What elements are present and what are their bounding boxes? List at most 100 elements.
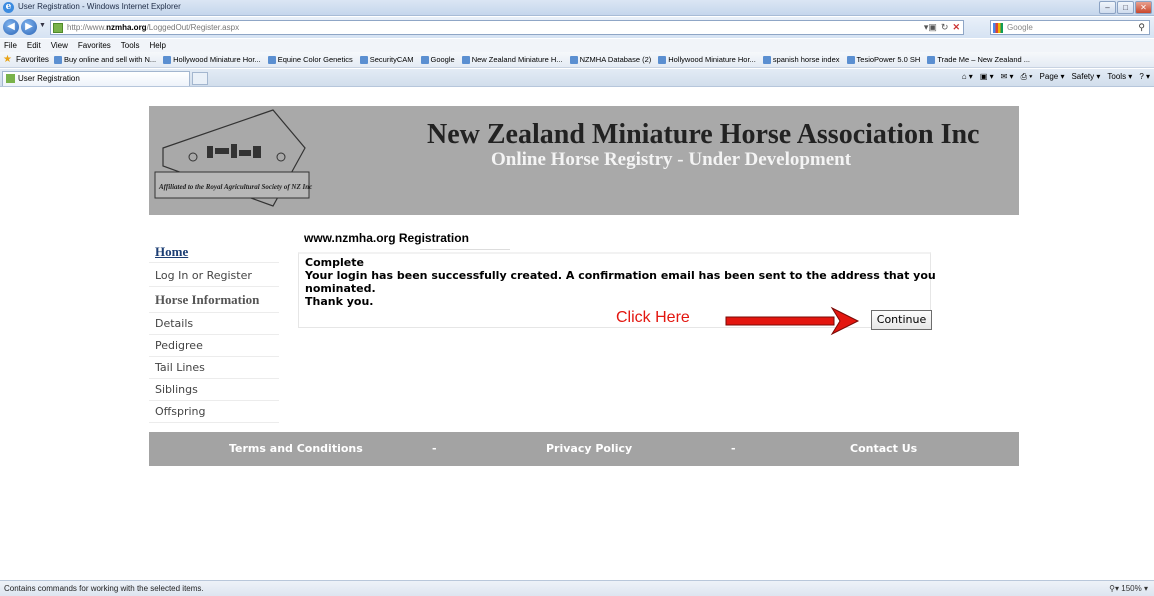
menu-help[interactable]: Help bbox=[149, 39, 165, 52]
site-title: New Zealand Miniature Horse Association … bbox=[427, 119, 980, 150]
favicon-icon bbox=[54, 55, 62, 64]
thanks-text: Thank you. bbox=[305, 295, 374, 308]
favicon-icon bbox=[359, 55, 368, 64]
window-controls: – □ ✕ bbox=[1099, 1, 1152, 14]
association-logo: Affiliated to the Royal Agricultural Soc… bbox=[154, 109, 312, 207]
terms-link[interactable]: Terms and Conditions bbox=[229, 442, 363, 455]
compatibility-view-icon[interactable]: ▾▣ bbox=[924, 22, 937, 33]
favorites-star-icon[interactable]: ★ bbox=[3, 54, 12, 65]
window-title: User Registration - Windows Internet Exp… bbox=[18, 2, 181, 11]
status-bar: Contains commands for working with the s… bbox=[0, 580, 1154, 596]
sidebar-item-details[interactable]: Details bbox=[149, 313, 279, 335]
menu-file[interactable]: File bbox=[4, 39, 17, 52]
mail-icon[interactable]: ✉ ▾ bbox=[1001, 72, 1014, 82]
history-dropdown-icon[interactable]: ▼ bbox=[39, 22, 46, 29]
favorite-link[interactable]: SecurityCAM bbox=[359, 55, 414, 64]
tab-user-registration[interactable]: User Registration bbox=[2, 71, 190, 86]
google-icon bbox=[993, 23, 1003, 33]
favorite-link[interactable]: TesioPower 5.0 SH bbox=[846, 55, 920, 64]
favicon-icon bbox=[658, 55, 667, 64]
tab-favicon bbox=[6, 74, 15, 83]
safety-menu[interactable]: Safety ▾ bbox=[1071, 72, 1100, 82]
zoom-level: 150% bbox=[1121, 584, 1142, 593]
site-subtitle: Online Horse Registry - Under Developmen… bbox=[491, 149, 852, 170]
favicon-icon bbox=[163, 55, 172, 64]
favorite-link[interactable]: NZMHA Database (2) bbox=[569, 55, 651, 64]
sidebar-item-siblings[interactable]: Siblings bbox=[149, 379, 279, 401]
footer-separator: - bbox=[731, 442, 736, 455]
sidebar-nav: Home Log In or Register Horse Informatio… bbox=[149, 241, 279, 423]
favorite-link[interactable]: New Zealand Miniature H... bbox=[461, 55, 563, 64]
print-icon[interactable]: ⎙ ▾ bbox=[1021, 72, 1033, 82]
minimize-button[interactable]: – bbox=[1099, 1, 1116, 14]
sidebar-item-pedigree[interactable]: Pedigree bbox=[149, 335, 279, 357]
menu-view[interactable]: View bbox=[51, 39, 68, 52]
favorites-button[interactable]: Favorites bbox=[16, 55, 49, 64]
ie-logo-icon: e bbox=[3, 2, 14, 13]
zoom-icon: ⚲▾ bbox=[1109, 584, 1122, 593]
back-button[interactable]: ◀ bbox=[3, 19, 19, 35]
command-bar: ⌂ ▾ ▣ ▾ ✉ ▾ ⎙ ▾ Page ▾ Safety ▾ Tools ▾ … bbox=[962, 72, 1150, 82]
tab-bar: User Registration ⌂ ▾ ▣ ▾ ✉ ▾ ⎙ ▾ Page ▾… bbox=[0, 69, 1154, 87]
help-icon[interactable]: ? ▾ bbox=[1139, 72, 1150, 82]
favorite-link[interactable]: spanish horse index bbox=[762, 55, 840, 64]
search-icon[interactable]: ⚲ bbox=[1138, 22, 1145, 33]
zoom-control[interactable]: ⚲▾ 150% ▾ bbox=[1109, 584, 1148, 593]
address-input[interactable]: http://www.nzmha.org/LoggedOut/Register.… bbox=[50, 20, 964, 35]
site-footer: Terms and Conditions - Privacy Policy - … bbox=[149, 432, 1019, 466]
address-bar-row: ◀ ▶ ▼ http://www.nzmha.org/LoggedOut/Reg… bbox=[0, 17, 1154, 38]
favicon-icon bbox=[846, 55, 855, 64]
favorites-links: Buy online and sell with N... Hollywood … bbox=[54, 55, 1030, 64]
page-title: www.nzmha.org Registration bbox=[304, 231, 469, 245]
maximize-button[interactable]: □ bbox=[1117, 1, 1134, 14]
sidebar-item-home[interactable]: Home bbox=[149, 241, 279, 263]
favorite-link[interactable]: Hollywood Miniature Hor... bbox=[658, 55, 756, 64]
page-viewport: Affiliated to the Royal Agricultural Soc… bbox=[0, 88, 1154, 580]
menu-edit[interactable]: Edit bbox=[27, 39, 41, 52]
favicon-icon bbox=[927, 55, 936, 64]
favorite-link[interactable]: Equine Color Genetics bbox=[267, 55, 353, 64]
url-text: http://www.nzmha.org/LoggedOut/Register.… bbox=[67, 23, 240, 32]
sidebar-item-offspring[interactable]: Offspring bbox=[149, 401, 279, 423]
privacy-link[interactable]: Privacy Policy bbox=[546, 442, 632, 455]
continue-button[interactable]: Continue bbox=[871, 310, 932, 330]
favorite-link[interactable]: Buy online and sell with N... bbox=[54, 55, 156, 64]
stop-icon[interactable]: ✕ bbox=[952, 22, 960, 33]
feeds-icon[interactable]: ▣ ▾ bbox=[980, 72, 994, 82]
menu-bar: File Edit View Favorites Tools Help bbox=[0, 39, 1154, 52]
click-here-annotation: Click Here bbox=[616, 309, 690, 326]
status-text: Contains commands for working with the s… bbox=[4, 584, 204, 593]
contact-link[interactable]: Contact Us bbox=[850, 442, 917, 455]
svg-text:Affiliated to the Royal Agricu: Affiliated to the Royal Agricultural Soc… bbox=[158, 183, 312, 191]
favorite-link[interactable]: Hollywood Miniature Hor... bbox=[163, 55, 261, 64]
new-tab-button[interactable] bbox=[192, 72, 208, 85]
favicon-icon bbox=[569, 55, 578, 64]
tools-menu[interactable]: Tools ▾ bbox=[1107, 72, 1132, 82]
favorite-link[interactable]: Trade Me – New Zealand ... bbox=[927, 55, 1030, 64]
status-title: Complete bbox=[305, 256, 364, 269]
favicon-icon bbox=[267, 55, 276, 64]
favicon-icon bbox=[420, 55, 429, 64]
footer-separator: - bbox=[432, 442, 437, 455]
favorites-bar: ★ Favorites Buy online and sell with N..… bbox=[0, 52, 1154, 68]
search-placeholder: Google bbox=[1007, 23, 1033, 32]
window-titlebar: e User Registration - Windows Internet E… bbox=[0, 0, 1154, 16]
close-button[interactable]: ✕ bbox=[1135, 1, 1152, 14]
menu-favorites[interactable]: Favorites bbox=[78, 39, 111, 52]
tab-label: User Registration bbox=[18, 74, 80, 83]
page-menu[interactable]: Page ▾ bbox=[1040, 72, 1065, 82]
address-actions: ▾▣ ↻ ✕ bbox=[924, 22, 960, 33]
menu-tools[interactable]: Tools bbox=[121, 39, 140, 52]
home-icon[interactable]: ⌂ ▾ bbox=[962, 72, 973, 82]
confirmation-message: Your login has been successfully created… bbox=[305, 269, 936, 295]
search-input[interactable]: Google ⚲ bbox=[990, 20, 1150, 35]
sidebar-item-tail-lines[interactable]: Tail Lines bbox=[149, 357, 279, 379]
refresh-icon[interactable]: ↻ bbox=[941, 22, 949, 33]
site-favicon bbox=[53, 23, 63, 33]
sidebar-item-login[interactable]: Log In or Register bbox=[149, 265, 279, 287]
favorite-link[interactable]: Google bbox=[420, 55, 455, 64]
red-arrow-icon bbox=[725, 306, 860, 336]
forward-button[interactable]: ▶ bbox=[21, 19, 37, 35]
favicon-icon bbox=[762, 55, 771, 64]
favicon-icon bbox=[461, 55, 470, 64]
